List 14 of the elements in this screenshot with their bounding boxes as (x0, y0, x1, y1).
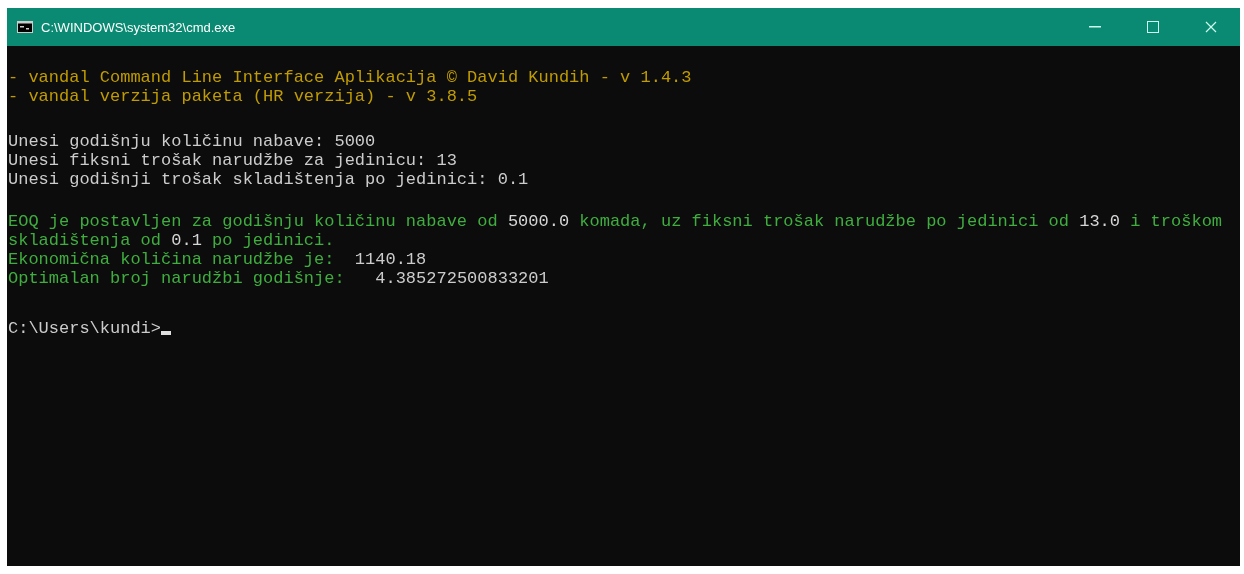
console-app-icon (17, 21, 33, 33)
header-line: - vandal Command Line Interface Aplikacija © David Kundih - v 1.4.3 (8, 68, 693, 87)
window-title: C:\WINDOWS\system32\cmd.exe (41, 19, 237, 35)
result-line: Ekonomična količina narudžbe je: 1140.18 (8, 250, 428, 269)
command-prompt: C:\Users\kundi> (8, 319, 1233, 338)
summary-text: EOQ je postavljen za godišnju količinu nabave od 5000.0 komada, uz fiksni trošak narudžbe po jedinici od 13.0 i troškom skladištenja od 0.1 po jedinici. (8, 212, 1224, 250)
result-line: Optimalan broj narudžbi godišnje: 4.385272500833201 (8, 269, 550, 288)
header-line: - vandal verzija paketa (HR verzija) - v 3.8.5 (8, 87, 479, 106)
input-line: Unesi godišnji trošak skladištenja po jedinici: 0.1 (8, 170, 530, 189)
maximize-icon (1147, 21, 1159, 33)
minimize-icon (1089, 26, 1101, 28)
close-icon (1205, 21, 1217, 33)
input-line: Unesi godišnju količinu nabave: 5000 (8, 132, 377, 151)
input-line: Unesi fiksni trošak narudžbe za jedinicu: 13 (8, 151, 458, 170)
